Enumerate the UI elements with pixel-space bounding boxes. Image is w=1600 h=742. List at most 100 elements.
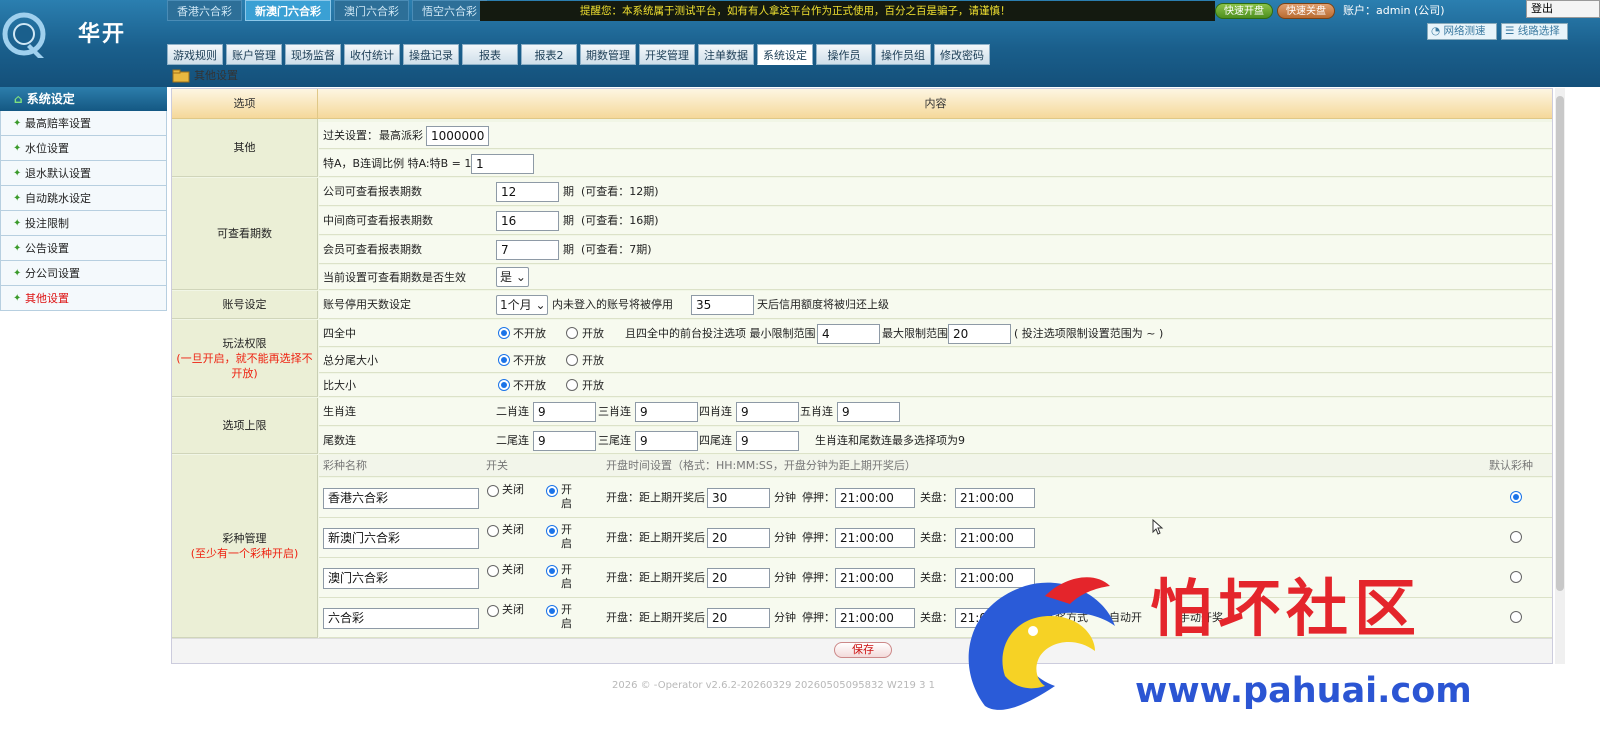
- four-all-closed-radio[interactable]: [498, 327, 510, 339]
- total-tail-open-radio[interactable]: [566, 354, 578, 366]
- lottery-name-input[interactable]: 澳门六合彩: [323, 568, 479, 589]
- tab-operator-groups[interactable]: 操作员组: [875, 44, 931, 65]
- tail-4-input[interactable]: 9: [736, 431, 799, 451]
- lottery-stop-input[interactable]: 21:00:00: [835, 608, 915, 628]
- lottery-tab-hk[interactable]: 香港六合彩: [167, 0, 242, 21]
- zodiac-5-input[interactable]: 9: [837, 402, 900, 422]
- agent-periods-input[interactable]: 16: [496, 211, 559, 231]
- tab-system-settings[interactable]: 系统设定: [757, 44, 813, 65]
- lottery-off-radio[interactable]: [487, 605, 499, 617]
- sidebar-item-branch[interactable]: ✦ 分公司设置: [0, 261, 167, 286]
- compare-open-radio[interactable]: [566, 379, 578, 391]
- lottery-tab-macau[interactable]: 澳门六合彩: [334, 0, 409, 21]
- tab-live-monitor[interactable]: 现场监督: [285, 44, 341, 65]
- sidebar-title-label: 系统设定: [26, 92, 75, 106]
- tab-draw-mgmt[interactable]: 开奖管理: [639, 44, 695, 65]
- lottery-on-radio[interactable]: [546, 525, 558, 537]
- zodiac-4-input[interactable]: 9: [736, 402, 799, 422]
- four-all-max-input[interactable]: 20: [948, 324, 1011, 344]
- lottery-off-radio[interactable]: [487, 485, 499, 497]
- section-label-play-permission: 玩法权限 (一旦开启，就不能再选择不开放): [172, 320, 318, 397]
- sidebar-item-label: 投注限制: [25, 217, 69, 230]
- lottery-minute-label: 分钟: [774, 531, 796, 544]
- company-periods-row: 公司可查看报表期数 12 期 (可查看：12期): [319, 178, 1552, 206]
- lottery-default-radio[interactable]: [1510, 531, 1522, 543]
- tab-game-rules[interactable]: 游戏规则: [167, 44, 223, 65]
- total-tail-closed-radio[interactable]: [498, 354, 510, 366]
- ratio-input[interactable]: 1: [471, 154, 534, 174]
- lottery-stop-input[interactable]: 21:00:00: [835, 488, 915, 508]
- zodiac-2-input[interactable]: 9: [533, 402, 596, 422]
- quick-open-button[interactable]: 快速开盘: [1215, 3, 1273, 19]
- lottery-open-minutes-input[interactable]: 20: [707, 528, 770, 548]
- lottery-name-input[interactable]: 新澳门六合彩: [323, 528, 479, 549]
- watermark-text: 怕坏社区: [1150, 572, 1423, 645]
- lottery-stop-label: 停押：: [802, 571, 835, 584]
- lottery-close-input[interactable]: 21:00:00: [955, 488, 1035, 508]
- account-days-input[interactable]: 35: [691, 295, 754, 315]
- bullet-icon: ✦: [13, 168, 22, 179]
- sidebar-item-announcement[interactable]: ✦ 公告设置: [0, 236, 167, 261]
- line-select-button[interactable]: ☰ 线路选择: [1501, 23, 1568, 40]
- periods-effective-select[interactable]: 是 ⌄: [496, 267, 529, 287]
- lottery-on-label: 开启: [561, 483, 572, 510]
- tab-change-password[interactable]: 修改密码: [934, 44, 990, 65]
- four-all-min-input[interactable]: 4: [817, 324, 880, 344]
- lottery-tab-wukong[interactable]: 悟空六合彩: [412, 0, 487, 21]
- company-periods-input[interactable]: 12: [496, 182, 559, 202]
- four-all-open-radio[interactable]: [566, 327, 578, 339]
- lottery-open-minutes-input[interactable]: 20: [707, 608, 770, 628]
- lottery-open-label: 开盘：距上期开奖后: [606, 491, 705, 504]
- lottery-on-radio[interactable]: [546, 605, 558, 617]
- sidebar-item-auto-drop[interactable]: ✦ 自动跳水设定: [0, 186, 167, 211]
- chevron-down-icon: ⌄: [531, 298, 546, 312]
- lottery-open-minutes-input[interactable]: 30: [707, 488, 770, 508]
- four-all-row: 四全中 不开放 开放 且四全中的前台投注选项 最小限制范围 4 最大限制范围 2…: [319, 320, 1552, 347]
- lottery-close-input[interactable]: 21:00:00: [955, 528, 1035, 548]
- member-periods-input[interactable]: 7: [496, 240, 559, 260]
- net-test-button[interactable]: ◔ 网络测速: [1427, 23, 1497, 40]
- sidebar-item-water-level[interactable]: ✦ 水位设置: [0, 136, 167, 161]
- lottery-on-radio[interactable]: [546, 485, 558, 497]
- sidebar-item-rebate-default[interactable]: ✦ 退水默认设置: [0, 161, 167, 186]
- lottery-stop-input[interactable]: 21:00:00: [835, 568, 915, 588]
- lottery-open-minutes-input[interactable]: 20: [707, 568, 770, 588]
- lottery-name-input[interactable]: 六合彩: [323, 608, 479, 629]
- lottery-stop-input[interactable]: 21:00:00: [835, 528, 915, 548]
- total-tail-open-label: 开放: [582, 354, 604, 367]
- lottery-off-radio[interactable]: [487, 565, 499, 577]
- bullet-icon: ✦: [13, 118, 22, 129]
- compare-closed-radio[interactable]: [498, 379, 510, 391]
- max-payout-input[interactable]: 1000000: [426, 126, 489, 146]
- sidebar: ⌂ 系统设定 ✦ 最高赔率设置 ✦ 水位设置 ✦ 退水默认设置 ✦ 自动跳水设定 ✦ 投注…: [0, 87, 167, 311]
- tail-3-input[interactable]: 9: [635, 431, 698, 451]
- tab-payment-stats[interactable]: 收付统计: [344, 44, 400, 65]
- zodiac-3-input[interactable]: 9: [635, 402, 698, 422]
- quick-close-button[interactable]: 快速关盘: [1277, 3, 1335, 19]
- lottery-name-input[interactable]: 香港六合彩: [323, 488, 479, 509]
- tab-bet-data[interactable]: 注单数据: [698, 44, 754, 65]
- lottery-stop-label: 停押：: [802, 491, 835, 504]
- tab-ops-log[interactable]: 操盘记录: [403, 44, 459, 65]
- zodiac-3-label: 三肖连: [598, 405, 631, 418]
- tab-operators[interactable]: 操作员: [816, 44, 872, 65]
- lottery-on-radio[interactable]: [546, 565, 558, 577]
- save-button[interactable]: 保存: [834, 642, 892, 658]
- lottery-default-radio[interactable]: [1510, 491, 1522, 503]
- bullet-icon: ✦: [13, 268, 22, 279]
- tab-period-mgmt[interactable]: 期数管理: [580, 44, 636, 65]
- account-duration-select[interactable]: 1个月 ⌄: [496, 295, 548, 315]
- sidebar-item-bet-limit[interactable]: ✦ 投注限制: [0, 211, 167, 236]
- tail-2-input[interactable]: 9: [533, 431, 596, 451]
- lottery-off-radio[interactable]: [487, 525, 499, 537]
- sidebar-item-max-odds[interactable]: ✦ 最高赔率设置: [0, 111, 167, 136]
- zodiac-4-label: 四肖连: [699, 405, 732, 418]
- logout-button[interactable]: 登出: [1526, 0, 1600, 18]
- sidebar-item-other[interactable]: ✦ 其他设置: [0, 286, 167, 311]
- tab-account-mgmt[interactable]: 账户管理: [226, 44, 282, 65]
- section-label-option-limit: 选项上限: [172, 398, 318, 454]
- tab-report-2[interactable]: 报表2: [521, 44, 577, 65]
- scrollbar-thumb[interactable]: [1556, 96, 1564, 591]
- tab-report[interactable]: 报表: [462, 44, 518, 65]
- lottery-tab-new-macau[interactable]: 新澳门六合彩: [245, 0, 331, 21]
